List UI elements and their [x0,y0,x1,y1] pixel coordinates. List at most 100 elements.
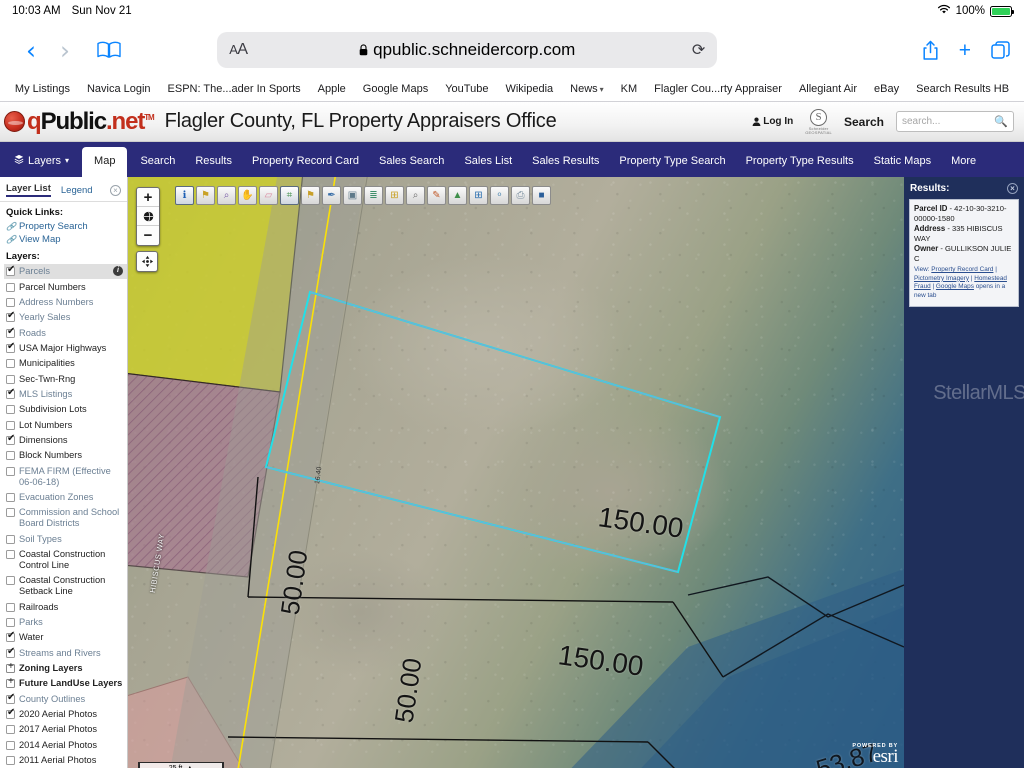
info-icon[interactable]: i [113,266,123,277]
layer-checkbox[interactable] [6,693,15,704]
layer-checkbox[interactable] [6,327,15,338]
layer-item[interactable]: FEMA FIRM (Effective 06-06-18) [4,463,127,489]
buffer-tool[interactable]: ⊞ [385,186,404,205]
layer-item[interactable]: County Outlines [4,691,127,706]
layer-item[interactable]: Future LandUse Layers [4,676,127,691]
photo-tool[interactable]: ▣ [343,186,362,205]
nav-item-sales-list[interactable]: Sales List [454,155,522,177]
layer-item[interactable]: Parks [4,615,127,630]
nav-item-property-type-results[interactable]: Property Type Results [736,155,864,177]
layer-item[interactable]: Sec-Twn-Rng [4,371,127,386]
forward-button[interactable]: › [48,38,82,63]
erase-tool[interactable]: ▱ [259,186,278,205]
layer-item[interactable]: Parcels i [4,264,127,280]
quick-link-view-map[interactable]: 🔗 View Map [0,233,127,246]
layer-checkbox[interactable] [6,740,15,750]
layers-tool[interactable]: ≣ [364,186,383,205]
layer-item[interactable]: 2011 Aerial Photos [4,753,127,768]
draw-tool[interactable]: ✎ [427,186,446,205]
bookmark-item[interactable]: My Listings [15,83,70,95]
nav-item-property-type-search[interactable]: Property Type Search [609,155,735,177]
layer-item[interactable]: Block Numbers [4,448,127,463]
back-button[interactable]: ‹ [14,38,48,63]
layer-checkbox[interactable] [6,451,15,461]
layer-checkbox[interactable] [6,534,15,544]
text-size-button[interactable]: AA [229,41,248,59]
layer-checkbox[interactable] [6,508,15,518]
schneider-logo[interactable]: SchneiderGEOSPATIAL [805,108,832,135]
pan-arrows-button[interactable] [136,251,158,272]
layer-checkbox[interactable] [6,576,15,586]
grid-tool[interactable]: ⊞ [469,186,488,205]
bookmark-item[interactable]: Apple [318,83,346,95]
layer-checkbox[interactable] [6,434,15,445]
layer-item[interactable]: Coastal Construction Control Line [4,547,127,573]
layer-item[interactable]: Municipalities [4,356,127,371]
layer-checkbox[interactable] [6,549,15,559]
tab-layer-list[interactable]: Layer List [6,183,51,197]
layer-item[interactable]: MLS Listings [4,387,127,402]
home-globe-button[interactable] [137,207,159,226]
expand-group-icon[interactable] [6,677,15,689]
layer-checkbox[interactable] [6,756,15,766]
layer-checkbox[interactable] [6,359,15,369]
layer-item[interactable]: Soil Types [4,531,127,546]
layer-checkbox[interactable] [6,708,15,719]
nav-item-sales-search[interactable]: Sales Search [369,155,454,177]
site-search-box[interactable]: 🔍 [896,111,1014,132]
close-circle-icon[interactable]: × [1007,183,1018,194]
bookmark-item[interactable]: Wikipedia [505,83,553,95]
layer-item[interactable]: 2014 Aerial Photos [4,738,127,753]
reload-icon[interactable]: ⟳ [692,40,705,60]
layer-checkbox[interactable] [6,617,15,627]
layer-item[interactable]: Dimensions [4,433,127,448]
nav-item-more[interactable]: More [941,155,986,177]
layer-item[interactable]: Parcel Numbers [4,279,127,294]
layer-checkbox[interactable] [6,282,15,292]
measure-tool[interactable]: ✒ [322,186,341,205]
new-tab-icon[interactable]: + [959,40,971,61]
tab-legend[interactable]: Legend [61,185,93,196]
share-icon[interactable] [922,40,939,61]
layer-item[interactable]: Subdivision Lots [4,402,127,417]
layer-item[interactable]: Railroads [4,599,127,614]
share-tool[interactable]: ⚬ [490,186,509,205]
bookmark-item[interactable]: eBay [874,83,899,95]
tabs-icon[interactable] [991,41,1010,59]
identify-tool[interactable]: ℹ [175,186,194,205]
layer-checkbox[interactable] [6,388,15,399]
layer-checkbox[interactable] [6,725,15,735]
layer-checkbox[interactable] [6,631,15,643]
nav-item-property-record-card[interactable]: Property Record Card [242,155,369,177]
layer-item[interactable]: Roads [4,325,127,340]
zoom-in-button[interactable]: + [137,188,159,207]
search-input[interactable] [902,116,995,127]
layer-checkbox[interactable] [6,297,15,307]
bookmark-item[interactable]: Flagler Cou...rty Appraiser [654,83,782,95]
layer-checkbox[interactable] [6,405,15,415]
bookmark-item[interactable]: News ▾ [570,83,604,95]
layer-checkbox[interactable] [6,466,15,476]
layer-item[interactable]: Lot Numbers [4,417,127,432]
print-tool[interactable]: ⎙ [511,186,530,205]
layer-checkbox[interactable] [6,647,15,658]
caret-up-icon[interactable]: ▲ [186,765,193,768]
bookmark-item[interactable]: ESPN: The...ader In Sports [168,83,301,95]
layer-item[interactable]: 2017 Aerial Photos [4,722,127,737]
search-tool[interactable]: ⌕ [406,186,425,205]
layer-checkbox[interactable] [6,342,15,353]
pan-tool[interactable]: ✋ [238,186,257,205]
layer-checkbox[interactable] [6,311,15,323]
result-card[interactable]: Parcel ID - 42-10-30-3210-00000-1580 Add… [909,199,1019,307]
zoom-out-button[interactable]: − [137,226,159,245]
result-link[interactable]: Google Maps [936,283,974,290]
quick-link-property-search[interactable]: 🔗 Property Search [0,220,127,233]
layer-checkbox[interactable] [6,492,15,502]
nav-item-static-maps[interactable]: Static Maps [864,155,941,177]
url-bar[interactable]: AA qpublic.schneidercorp.com ⟳ [217,32,718,68]
layer-item[interactable]: Streams and Rivers [4,645,127,660]
zoom-in-tool[interactable]: ⌕ [217,186,236,205]
nav-item-search[interactable]: Search [130,155,185,177]
expand-group-icon[interactable] [6,662,15,673]
layer-item[interactable]: USA Major Highways [4,341,127,356]
